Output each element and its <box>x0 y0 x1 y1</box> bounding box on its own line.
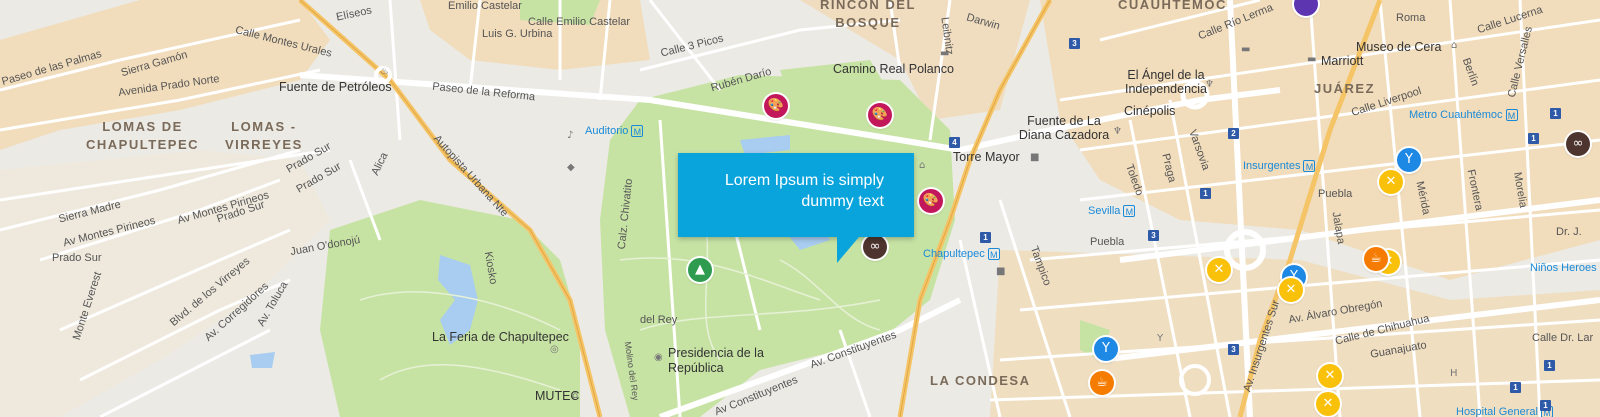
bar-icon: Y <box>1157 333 1164 344</box>
government-icon: ◉ <box>654 352 663 363</box>
poi-fuente-de-petroleos[interactable]: Fuente de Petróleos <box>279 80 392 94</box>
route-sign: 1 <box>1510 382 1521 393</box>
restaurant-icon[interactable]: ✕ <box>1279 278 1303 302</box>
tree-icon[interactable]: ▲ <box>688 258 712 282</box>
district-lomas-de-chapultepec: LOMAS DE CHAPULTEPEC <box>86 119 200 152</box>
restaurant-icon[interactable]: ✕ <box>1316 392 1340 416</box>
transit-ninos-heroes[interactable]: Niños Heroes <box>1530 262 1597 274</box>
hotel-icon: ▬ <box>940 48 950 59</box>
building-icon: ■ <box>1030 152 1040 163</box>
poi-cinepolis[interactable]: Cinépolis <box>1124 104 1175 118</box>
district-cuauhtemoc: CUAUHTÉMOC <box>1118 0 1227 12</box>
route-sign: 3 <box>1148 230 1159 241</box>
tooltip-text-line-1: Lorem Ipsum is simply <box>724 172 884 189</box>
metro-icon: M <box>1123 205 1136 218</box>
palette-icon[interactable]: 🎨 <box>764 94 788 118</box>
poi-museo-de-cera[interactable]: Museo de Cera <box>1356 40 1441 54</box>
metro-icon: M <box>1303 160 1316 173</box>
binoculars-icon[interactable]: ∞ <box>1566 132 1590 156</box>
route-sign: 1 <box>1200 188 1211 199</box>
transit-insurgentes[interactable]: Insurgentes M <box>1243 160 1316 173</box>
transit-hospital-general[interactable]: Hospital General M <box>1456 406 1553 417</box>
street-label-puebla-2: Puebla <box>1318 188 1353 200</box>
attraction-icon: ◎ <box>550 344 559 355</box>
tooltip-pointer <box>837 237 859 263</box>
street-label-del-rey: del Rey <box>640 314 678 326</box>
poi-angel-independencia[interactable]: El Ángel de la Independencia <box>1120 68 1212 96</box>
palette-icon[interactable]: 🎨 <box>919 189 943 213</box>
theater-icon: ◆ <box>567 162 575 173</box>
cocktail-icon[interactable]: Y <box>1397 148 1421 172</box>
street-label-puebla-1: Puebla <box>1090 236 1125 248</box>
route-sign: 1 <box>1544 360 1555 371</box>
district-lomas-virreyes: LOMAS - VIRREYES <box>225 119 303 152</box>
cocktail-icon[interactable]: Y <box>1094 337 1118 361</box>
restaurant-icon[interactable]: ✕ <box>1379 170 1403 194</box>
hospital-icon: H <box>1450 368 1458 379</box>
transit-metro-cuauhtemoc[interactable]: Metro Cuauhtémoc M <box>1409 109 1518 122</box>
fountain-icon: ♨ <box>380 66 389 77</box>
metro-icon: M <box>987 248 1000 261</box>
street-label-dr-l: Calle Dr. Lar <box>1532 332 1594 344</box>
route-sign: 3 <box>1228 344 1239 355</box>
street-label-dr-j: Dr. J. <box>1556 226 1582 238</box>
coffee-icon[interactable]: ☕ <box>1090 371 1114 395</box>
hotel-icon: ▬ <box>1307 54 1317 65</box>
route-sign: 4 <box>949 137 960 148</box>
tooltip-text-line-2: dummy text <box>801 193 884 210</box>
poi-torre-mayor[interactable]: Torre Mayor <box>953 150 1020 164</box>
restaurant-icon[interactable]: ✕ <box>1207 258 1231 282</box>
street-label-roma: Roma <box>1396 12 1426 24</box>
poi-diana-cazadora[interactable]: Fuente de La Diana Cazadora <box>1018 114 1110 142</box>
monument-icon: ♆ <box>1113 126 1122 137</box>
palette-icon[interactable]: 🎨 <box>868 103 892 127</box>
monument-icon: ♆ <box>1205 79 1214 90</box>
route-sign: 3 <box>1069 38 1080 49</box>
district-la-condesa: LA CONDESA <box>930 373 1031 388</box>
museum-icon: ⌂ <box>1451 40 1458 51</box>
binoculars-icon[interactable]: ∞ <box>863 235 887 259</box>
music-icon: ♪ <box>567 130 574 141</box>
metro-icon: M <box>1505 109 1518 122</box>
route-sign: 1 <box>980 232 991 243</box>
poi-camino-real-polanco[interactable]: Camino Real Polanco <box>833 62 954 76</box>
hotel-icon: ▬ <box>1241 44 1251 55</box>
transit-chapultepec[interactable]: Chapultepec M <box>923 248 1000 261</box>
district-juarez: JUÁREZ <box>1314 81 1376 96</box>
district-rincon-del-bosque: RINCÓN DEL BOSQUE <box>820 0 916 30</box>
route-sign: 1 <box>1540 400 1551 411</box>
street-label-urbina: Luis G. Urbina <box>482 28 553 40</box>
restaurant-icon[interactable]: ✕ <box>1318 364 1342 388</box>
transit-sevilla[interactable]: Sevilla M <box>1088 205 1136 218</box>
poi-feria-de-chapultepec[interactable]: La Feria de Chapultepec <box>432 330 569 344</box>
map-canvas[interactable]: RINCÓN DEL BOSQUE CUAUHTÉMOC LOMAS DE CHAP… <box>0 0 1600 417</box>
street-label-calle-castelar: Calle Emilio Castelar <box>528 16 631 28</box>
poi-marriott[interactable]: Marriott <box>1321 54 1363 68</box>
map-tooltip[interactable]: Lorem Ipsum is simply dummy text <box>678 153 914 237</box>
museum-icon: ⌂ <box>572 390 579 401</box>
route-sign: 1 <box>1528 133 1539 144</box>
metro-icon: M <box>631 125 644 138</box>
building-icon: ■ <box>996 266 1006 277</box>
street-label-castelar: Emilio Castelar <box>448 0 522 12</box>
poi-presidencia[interactable]: Presidencia de la República <box>668 346 764 376</box>
transit-auditorio[interactable]: Auditorio M <box>585 125 644 138</box>
coffee-icon[interactable]: ☕ <box>1364 247 1388 271</box>
museum-icon: ⌂ <box>919 160 926 171</box>
street-label-prado-sur-4: Prado Sur <box>52 252 102 264</box>
route-sign: 2 <box>1228 128 1239 139</box>
route-sign: 1 <box>1550 108 1561 119</box>
